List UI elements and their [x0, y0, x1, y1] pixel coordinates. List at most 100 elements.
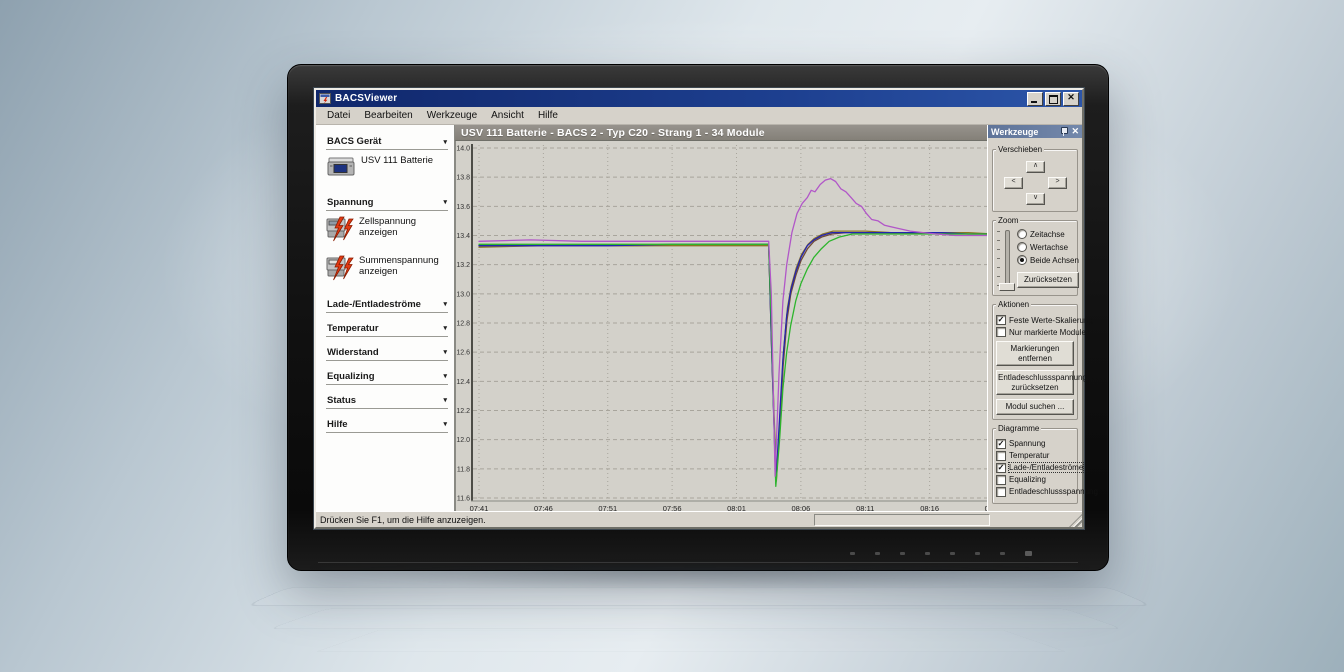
monitor-bezel: BACSViewer ✕ DateiBearbeitenWerkzeugeAns…	[287, 64, 1109, 571]
svg-text:11.6: 11.6	[457, 496, 470, 503]
pan-left-button[interactable]: <	[1004, 177, 1023, 189]
checkbox-label: Lade-/Entladeströme	[1009, 463, 1083, 472]
checkbox-spannung[interactable]: ✓Spannung	[996, 439, 1074, 449]
sidebar-section-label: Temperatur	[327, 323, 379, 334]
slider-rail	[1005, 230, 1010, 288]
chart-title-bar: USV 111 Batterie - BACS 2 - Typ C20 - St…	[455, 125, 987, 141]
zoom-reset-button[interactable]: Zurücksetzen	[1017, 272, 1079, 288]
cell-voltage-icon	[326, 216, 354, 242]
sidebar-section-lade-entladestr-me[interactable]: Lade-/Entladeströme▾	[326, 296, 448, 313]
maximize-icon	[1049, 95, 1058, 104]
pan-group-label: Verschieben	[996, 145, 1044, 154]
chart-column: USV 111 Batterie - BACS 2 - Typ C20 - St…	[455, 125, 987, 511]
pin-icon[interactable]	[1060, 127, 1067, 136]
sidebar-section-temperatur[interactable]: Temperatur▾	[326, 320, 448, 337]
cell-voltage-icon	[326, 216, 354, 246]
status-bar: Drücken Sie F1, um die Hilfe anzuzeigen.	[316, 511, 1082, 527]
menu-item-werkzeuge[interactable]: Werkzeuge	[420, 109, 484, 122]
app-icon	[319, 93, 331, 104]
monitor-buttons	[850, 549, 1070, 557]
checkbox-temperatur[interactable]: Temperatur	[996, 451, 1074, 461]
menu-item-hilfe[interactable]: Hilfe	[531, 109, 565, 122]
tools-panel: Werkzeuge ✕ Verschieben ∧< >∨ Zoom	[987, 125, 1082, 511]
ups-device-icon	[326, 155, 356, 179]
sidebar-item-summenspannung-anzeigen[interactable]: Summenspannung anzeigen	[326, 250, 448, 289]
checkbox-label: Feste Werte-Skalierung	[1009, 316, 1093, 325]
sidebar-section-label: Hilfe	[327, 419, 348, 430]
close-icon: ✕	[1064, 92, 1078, 103]
reflection	[268, 608, 1124, 629]
tools-close-icon[interactable]: ✕	[1071, 127, 1079, 136]
sidebar-item-label: Zellspannung anzeigen	[359, 216, 448, 239]
radio-label: Wertachse	[1030, 243, 1068, 252]
svg-text:13.4: 13.4	[456, 233, 470, 240]
window-titlebar[interactable]: BACSViewer ✕	[316, 90, 1082, 107]
checkbox-feste-werte-skalierung[interactable]: ✓Feste Werte-Skalierung	[996, 315, 1074, 325]
sidebar-section-status[interactable]: Status▾	[326, 392, 448, 409]
chevron-down-icon: ▾	[443, 372, 447, 380]
sidebar-section-label: Widerstand	[327, 347, 379, 358]
checkbox-entladeschlussspannung[interactable]: Entladeschlussspannung	[996, 487, 1074, 497]
menu-item-datei[interactable]: Datei	[320, 109, 357, 122]
sidebar-section-bacs-ger-t[interactable]: BACS Gerät▾	[326, 133, 448, 150]
menu-item-bearbeiten[interactable]: Bearbeiten	[357, 109, 419, 122]
radio-label: Zeitachse	[1030, 230, 1065, 239]
radio-beide-achsen[interactable]: Beide Achsen	[1017, 255, 1079, 265]
menu-item-ansicht[interactable]: Ansicht	[484, 109, 531, 122]
checkbox-icon	[996, 487, 1006, 497]
sidebar-section-hilfe[interactable]: Hilfe▾	[326, 416, 448, 433]
zoom-group-label: Zoom	[996, 216, 1020, 225]
radio-icon	[1017, 255, 1027, 265]
sidebar-item-usv-111-batterie[interactable]: USV 111 Batterie	[326, 150, 448, 187]
checkbox-equalizing[interactable]: Equalizing	[996, 475, 1074, 485]
window-title: BACSViewer	[335, 93, 397, 104]
checkbox-label: Spannung	[1009, 439, 1045, 448]
pan-down-button[interactable]: ∨	[1026, 193, 1045, 205]
slider-thumb[interactable]	[999, 283, 1015, 291]
pan-up-button[interactable]: ∧	[1026, 161, 1045, 173]
svg-text:12.8: 12.8	[456, 321, 470, 328]
pan-right-button[interactable]: >	[1048, 177, 1067, 189]
screen: BACSViewer ✕ DateiBearbeitenWerkzeugeAns…	[313, 87, 1085, 530]
pan-group: Verschieben ∧<>∨	[992, 149, 1078, 212]
checkbox-icon	[996, 451, 1006, 461]
slider-ticks	[997, 231, 1000, 287]
radio-zeitachse[interactable]: Zeitachse	[1017, 229, 1079, 239]
close-button[interactable]: ✕	[1063, 92, 1079, 106]
tools-panel-titlebar[interactable]: Werkzeuge ✕	[988, 125, 1082, 138]
sidebar-item-label: Summenspannung anzeigen	[359, 255, 448, 278]
svg-text:13.2: 13.2	[456, 262, 470, 269]
sidebar-item-zellspannung-anzeigen[interactable]: Zellspannung anzeigen	[326, 211, 448, 250]
action-button-markierungen-entfernen[interactable]: Markierungen entfernen	[996, 341, 1074, 366]
zoom-slider[interactable]	[996, 229, 1013, 291]
checkbox-label: Temperatur	[1009, 451, 1049, 460]
chevron-down-icon: ▾	[443, 138, 447, 146]
svg-text:12.2: 12.2	[456, 408, 470, 415]
svg-text:12.6: 12.6	[456, 350, 470, 357]
maximize-button[interactable]	[1045, 92, 1061, 106]
svg-text:12.4: 12.4	[456, 379, 470, 386]
svg-text:11.8: 11.8	[457, 466, 470, 473]
sidebar-section-label: Equalizing	[327, 371, 375, 382]
minimize-button[interactable]	[1027, 92, 1043, 106]
radio-wertachse[interactable]: Wertachse	[1017, 242, 1079, 252]
checkbox-nur-markierte-module[interactable]: Nur markierte Module	[996, 327, 1074, 337]
action-button-modul-suchen[interactable]: Modul suchen ...	[996, 399, 1074, 415]
chart-plot-area[interactable]: 14.013.813.613.413.213.012.812.612.412.2…	[455, 141, 987, 511]
resize-grip[interactable]	[1069, 514, 1082, 527]
chevron-down-icon: ▾	[443, 198, 447, 206]
svg-text:14.0: 14.0	[456, 146, 470, 153]
sidebar-section-spannung[interactable]: Spannung▾	[326, 194, 448, 211]
sidebar-section-label: Status	[327, 395, 356, 406]
bacsviewer-window: BACSViewer ✕ DateiBearbeitenWerkzeugeAns…	[314, 88, 1084, 529]
action-button-entladeschlussspannung-zur-cksetzen[interactable]: Entladeschlussspannung zurücksetzen	[996, 370, 1074, 395]
sidebar-section-widerstand[interactable]: Widerstand▾	[326, 344, 448, 361]
checkbox-lade-entladestr-me[interactable]: ✓Lade-/Entladeströme	[996, 463, 1074, 473]
checkbox-label: Equalizing	[1009, 475, 1046, 484]
menu-bar: DateiBearbeitenWerkzeugeAnsichtHilfe	[316, 107, 1082, 125]
sidebar-section-equalizing[interactable]: Equalizing ▾	[326, 368, 448, 385]
svg-text:13.6: 13.6	[456, 204, 470, 211]
voltage-chart[interactable]: 14.013.813.613.413.213.012.812.612.412.2…	[456, 141, 1006, 514]
ups-device-icon	[326, 155, 356, 183]
checkbox-icon	[996, 475, 1006, 485]
